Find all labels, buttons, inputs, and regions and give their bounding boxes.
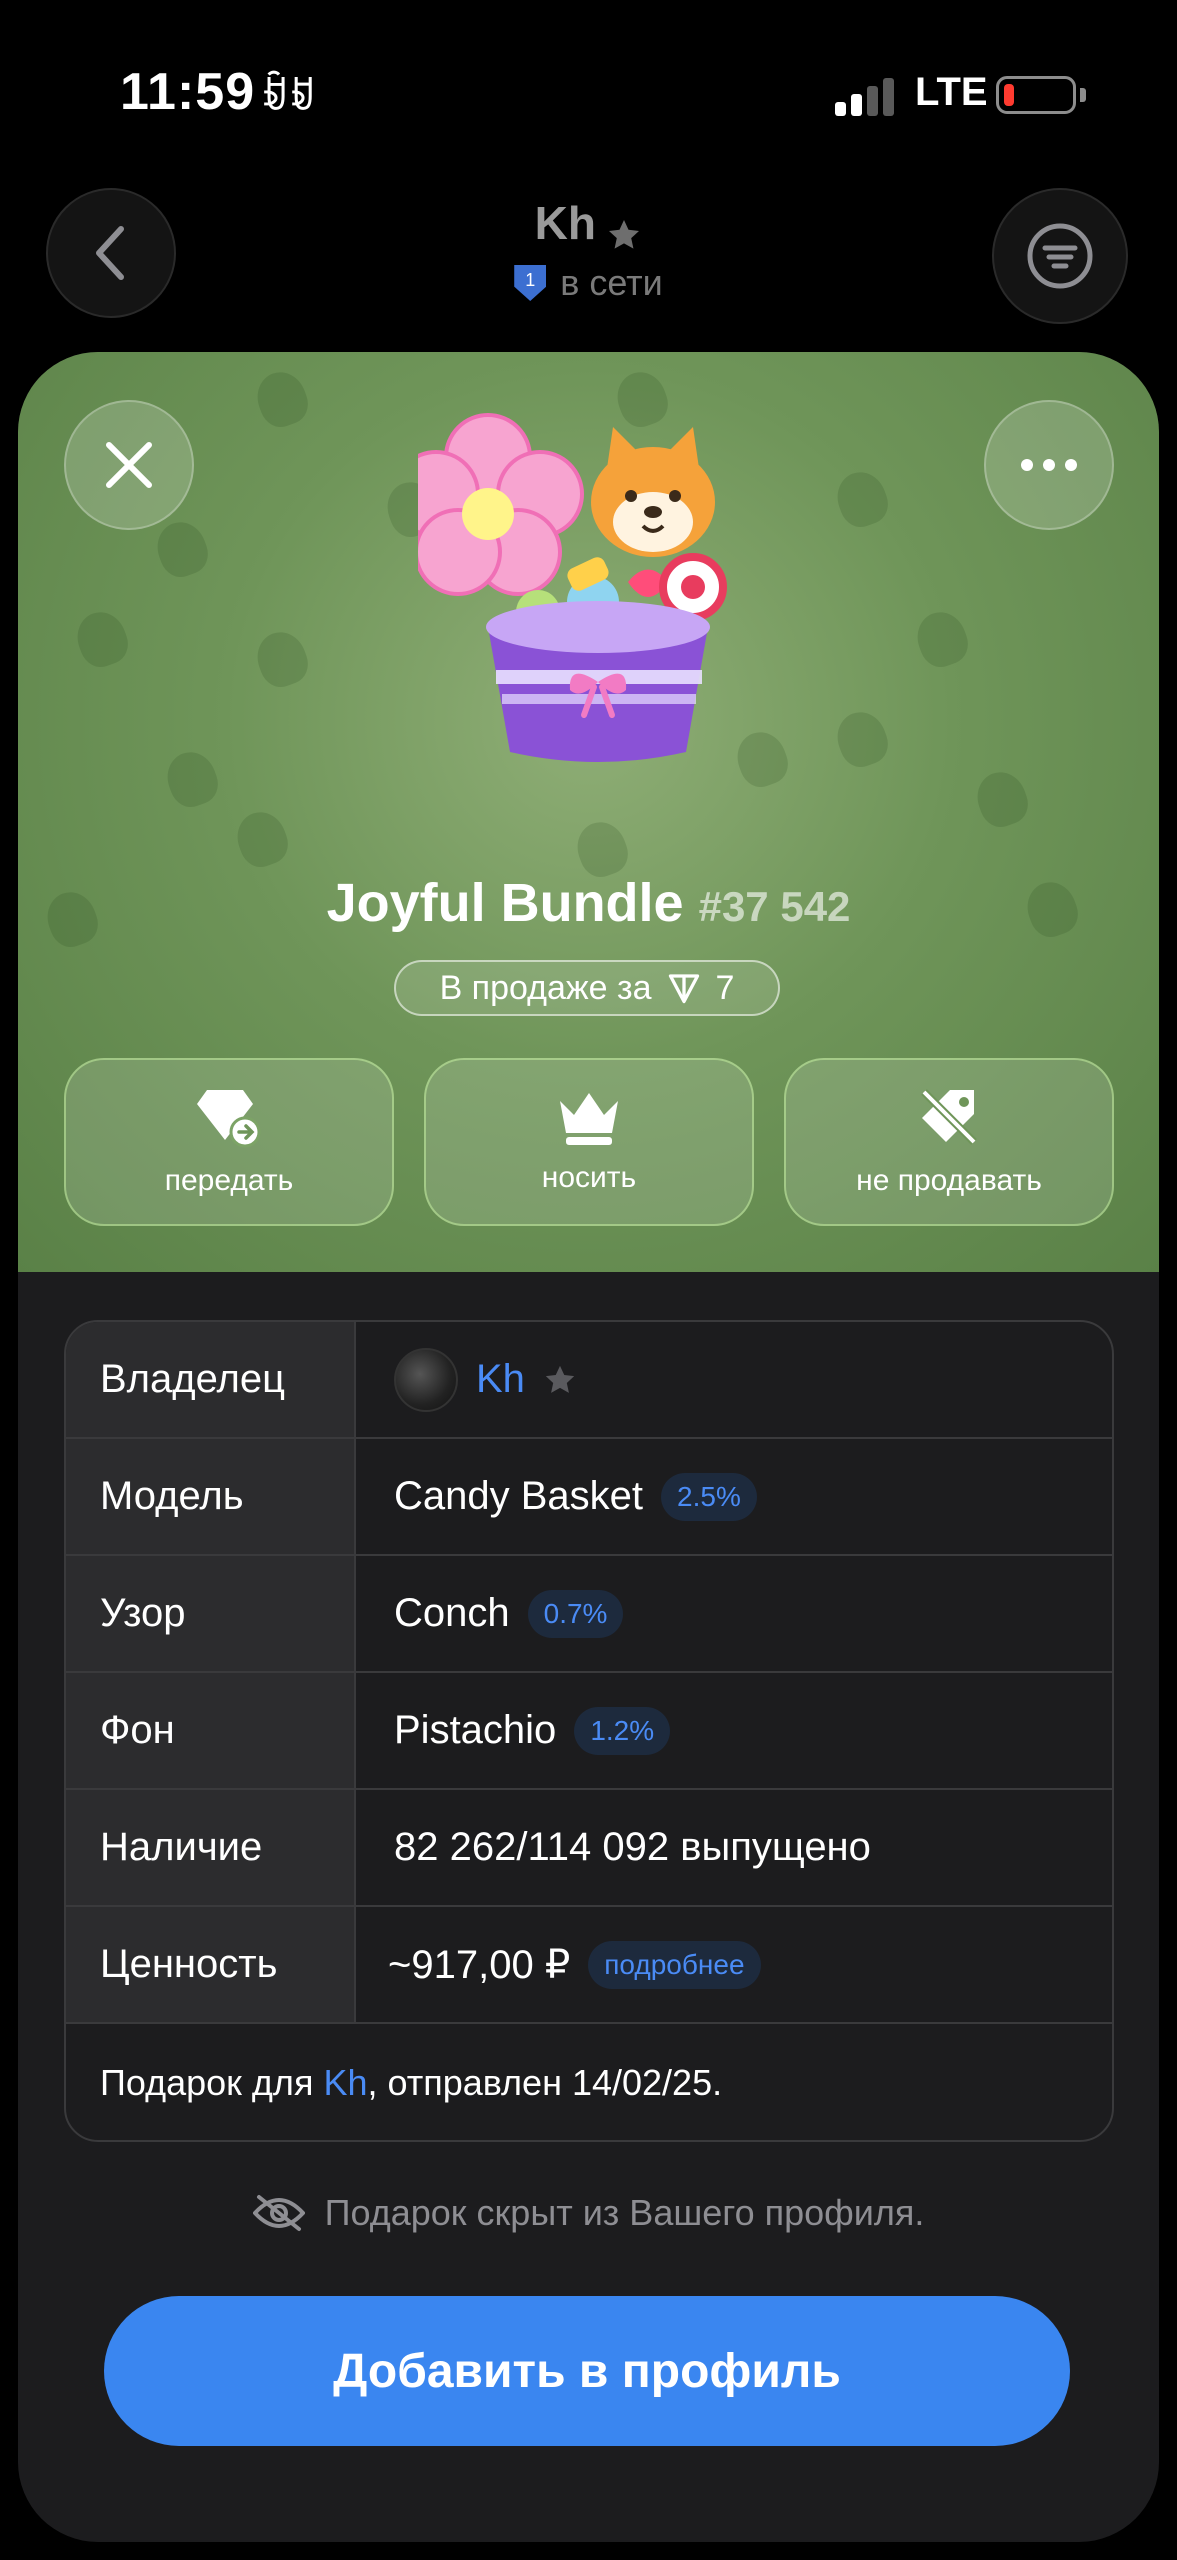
sale-price: 7	[715, 968, 735, 1007]
row-key: Фон	[66, 1673, 356, 1788]
gift-name: Joyful Bundle	[326, 873, 684, 933]
table-row-model: Модель Candy Basket 2.5%	[66, 1439, 1112, 1556]
chat-name: Kh	[534, 197, 596, 249]
owner-link[interactable]: Kh	[476, 1357, 525, 1402]
owner-value[interactable]: Kh	[358, 1322, 1112, 1437]
close-icon	[106, 442, 152, 488]
wear-label: носить	[541, 1161, 637, 1194]
gem-transfer-icon	[197, 1090, 261, 1148]
candy-basket-gift-image	[418, 413, 727, 762]
table-row-backdrop: Фон Pistachio 1.2%	[66, 1673, 1112, 1790]
row-key: Наличие	[66, 1790, 356, 1905]
avatar[interactable]	[394, 1347, 458, 1412]
status-glyph: ꀁꀂ	[260, 76, 317, 117]
price-value: ~917,00 ₽	[388, 1942, 571, 1987]
availability-value: 82 262/114 092 выпущено	[394, 1825, 871, 1869]
gift-hero: Joyful Bundle #37 542 В продаже за 7 пер…	[18, 352, 1159, 1272]
add-to-profile-button[interactable]: Добавить в профиль	[104, 2296, 1070, 2446]
cellular-signal-icon	[835, 76, 895, 116]
transfer-label: передать	[164, 1164, 294, 1197]
online-status: в сети	[560, 262, 663, 303]
table-row-owner: Владелец Kh	[66, 1322, 1112, 1439]
gift-info-table: Владелец Kh Модель Candy Basket 2.5% Узо…	[64, 1320, 1114, 2142]
more-dots-icon	[1021, 459, 1077, 471]
note-name-link[interactable]: Kh	[323, 2062, 367, 2104]
battery-cap	[1080, 88, 1086, 102]
row-key: Узор	[66, 1556, 356, 1671]
rarity-badge[interactable]: 2.5%	[661, 1472, 757, 1521]
gift-sender-note: Подарок для Kh , отправлен 14/02/25.	[66, 2024, 1112, 2140]
table-row-availability: Наличие 82 262/114 092 выпущено	[66, 1790, 1112, 1907]
details-link[interactable]: подробнее	[588, 1940, 761, 1989]
filter-button[interactable]	[992, 188, 1128, 324]
rarity-badge[interactable]: 0.7%	[527, 1589, 624, 1638]
ton-diamond-icon	[668, 974, 699, 1004]
more-button[interactable]	[984, 400, 1114, 530]
row-key: Ценность	[66, 1907, 356, 2022]
model-value: Candy Basket	[394, 1474, 644, 1518]
tag-off-icon	[921, 1089, 977, 1145]
pattern-value: Conch	[394, 1591, 510, 1635]
note-suffix: , отправлен 14/02/25.	[367, 2062, 723, 2103]
star-icon	[609, 219, 640, 249]
filter-icon	[1027, 223, 1093, 289]
eye-off-icon	[252, 2195, 305, 2231]
row-key: Владелец	[66, 1322, 356, 1437]
shield-icon: 1	[514, 265, 547, 301]
network-type: LTE	[915, 70, 988, 114]
status-time: 11:59	[120, 63, 256, 121]
unlist-label: не продавать	[856, 1164, 1042, 1197]
gift-title: Joyful Bundle #37 542	[18, 872, 1159, 934]
star-icon	[545, 1365, 575, 1393]
wear-button[interactable]: носить	[424, 1058, 754, 1226]
row-value: Conch 0.7%	[358, 1556, 1112, 1671]
table-row-value: Ценность ~917,00 ₽ подробнее	[66, 1907, 1112, 2024]
battery-icon	[996, 76, 1076, 114]
hidden-from-profile-note: Подарок скрыт из Вашего профиля.	[18, 2192, 1159, 2234]
sale-price-badge[interactable]: В продаже за 7	[394, 960, 780, 1016]
row-value: Candy Basket 2.5%	[358, 1439, 1112, 1554]
row-value: 82 262/114 092 выпущено	[358, 1790, 1112, 1905]
gift-number: #37 542	[698, 883, 851, 930]
rarity-badge[interactable]: 1.2%	[574, 1706, 671, 1755]
sale-label: В продаже за	[439, 968, 652, 1007]
row-value: ~917,00 ₽ подробнее	[358, 1907, 1112, 2022]
crown-icon	[560, 1093, 618, 1145]
hidden-note-text: Подарок скрыт из Вашего профиля.	[324, 2192, 925, 2233]
backdrop-value: Pistachio	[394, 1708, 557, 1752]
transfer-button[interactable]: передать	[64, 1058, 394, 1226]
gift-sheet: Joyful Bundle #37 542 В продаже за 7 пер…	[18, 352, 1159, 2542]
status-bar: 11:59 ꀁꀂ LTE	[0, 0, 1177, 180]
row-value: Pistachio 1.2%	[358, 1673, 1112, 1788]
row-key: Модель	[66, 1439, 356, 1554]
note-prefix: Подарок для	[100, 2062, 324, 2103]
close-button[interactable]	[64, 400, 194, 530]
unlist-button[interactable]: не продавать	[784, 1058, 1114, 1226]
table-row-pattern: Узор Conch 0.7%	[66, 1556, 1112, 1673]
